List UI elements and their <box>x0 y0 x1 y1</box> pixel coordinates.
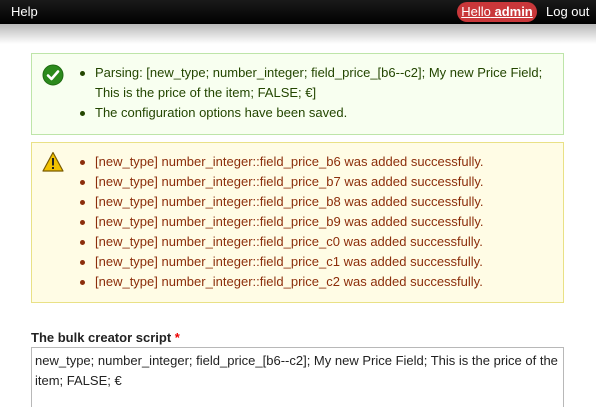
warning-message-item: [new_type] number_integer::field_price_c… <box>77 272 553 292</box>
check-circle-icon <box>42 64 64 86</box>
warning-message-item: [new_type] number_integer::field_price_b… <box>77 212 553 232</box>
warning-message-item: [new_type] number_integer::field_price_b… <box>77 152 553 172</box>
admin-toolbar: Help Hello admin Log out <box>0 0 596 24</box>
username: admin <box>494 4 533 19</box>
warning-message-item: [new_type] number_integer::field_price_b… <box>77 172 553 192</box>
status-message-item: Parsing: [new_type; number_integer; fiel… <box>77 63 553 103</box>
warning-message: [new_type] number_integer::field_price_b… <box>31 142 564 303</box>
logout-link[interactable]: Log out <box>546 4 589 19</box>
warning-message-list: [new_type] number_integer::field_price_b… <box>77 152 553 292</box>
bulk-creator-label-text: The bulk creator script <box>31 330 172 345</box>
bulk-creator-label: The bulk creator script * <box>31 330 180 345</box>
warning-message-item: [new_type] number_integer::field_price_c… <box>77 252 553 272</box>
hello-text: Hello <box>461 4 491 19</box>
warning-message-item: [new_type] number_integer::field_price_c… <box>77 232 553 252</box>
status-message-item: The configuration options have been save… <box>77 103 553 123</box>
user-account-button[interactable]: Hello admin <box>457 2 537 22</box>
status-message: Parsing: [new_type; number_integer; fiel… <box>31 53 564 135</box>
warning-triangle-icon <box>42 151 64 172</box>
help-link[interactable]: Help <box>11 4 38 19</box>
status-message-list: Parsing: [new_type; number_integer; fiel… <box>77 63 553 123</box>
toolbar-shadow <box>0 24 596 44</box>
required-marker: * <box>174 330 180 345</box>
bulk-creator-script-input[interactable]: new_type; number_integer; field_price_[b… <box>31 347 564 407</box>
warning-message-item: [new_type] number_integer::field_price_b… <box>77 192 553 212</box>
